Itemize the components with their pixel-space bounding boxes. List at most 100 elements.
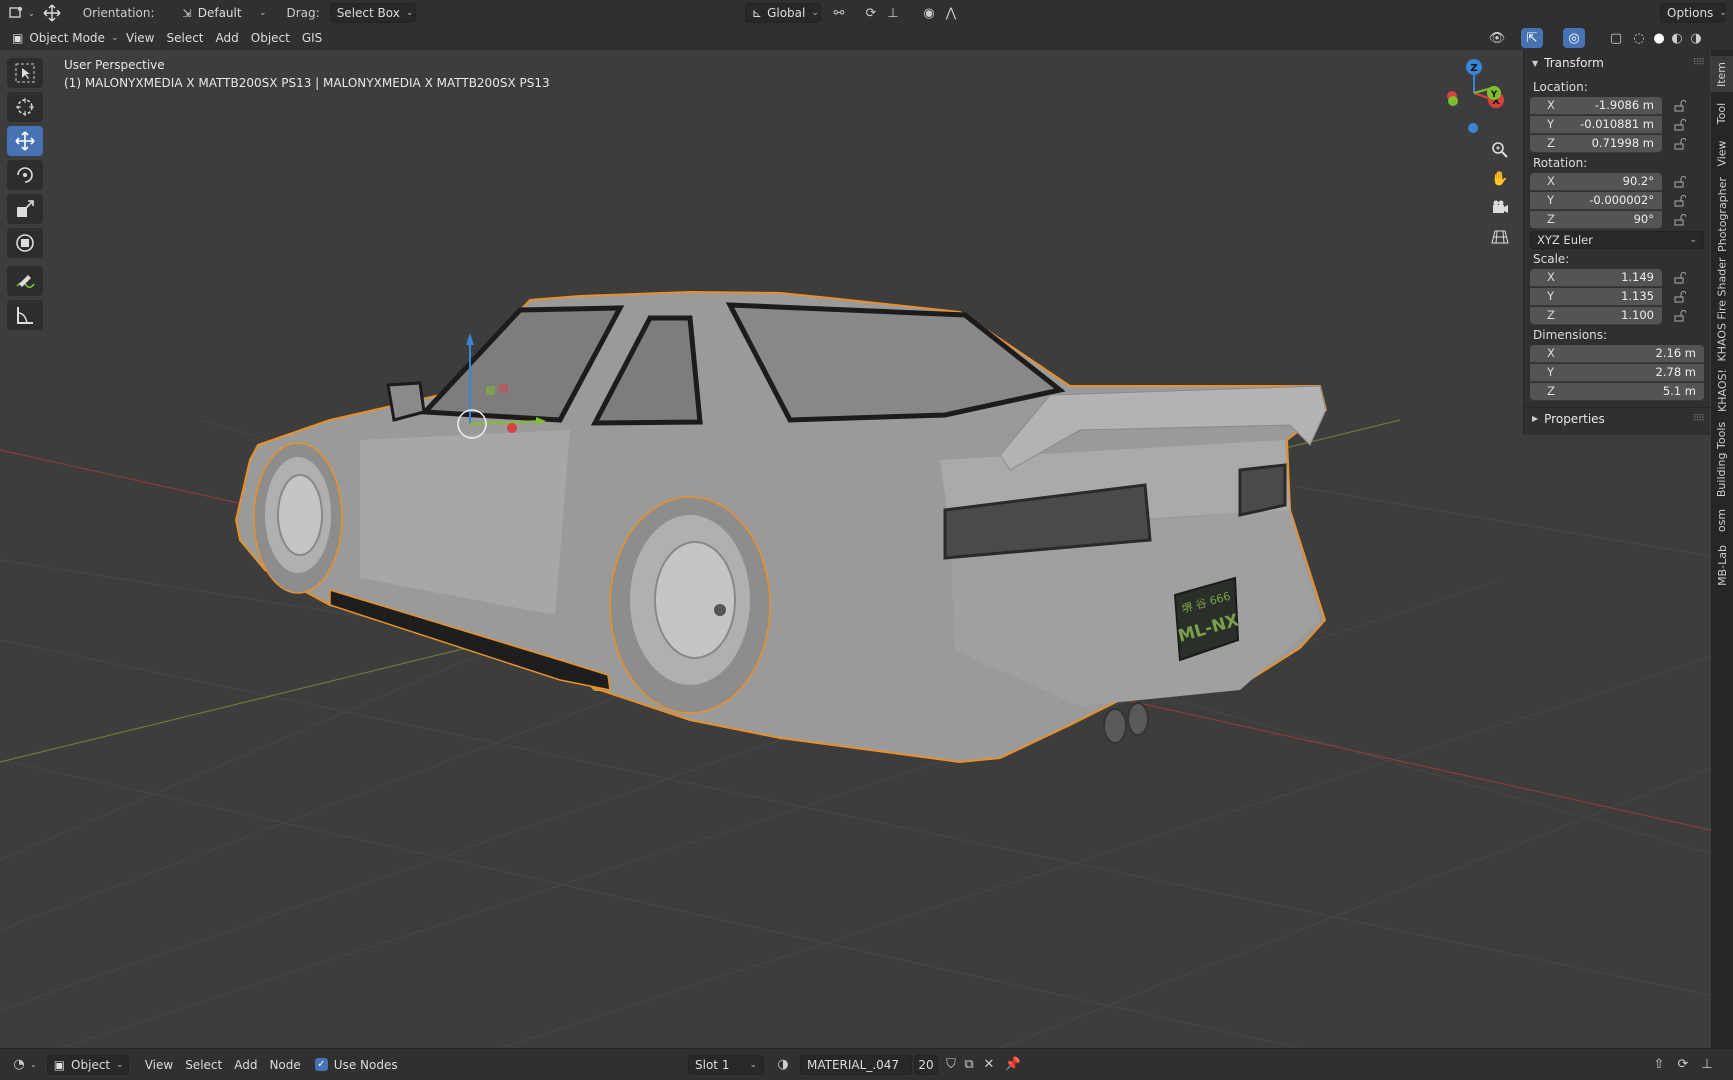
transform-panel-header[interactable]: ▼ Transform ⠿⠿ xyxy=(1524,52,1710,74)
rotation-y-field[interactable]: Y -0.000002° xyxy=(1530,191,1662,210)
properties-panel-header[interactable]: ▶ Properties ⠿⠿ xyxy=(1524,407,1710,429)
use-nodes-label: Use Nodes xyxy=(333,1057,398,1072)
tab-khaos[interactable]: KHAOS! xyxy=(1711,366,1733,414)
scale-y-field[interactable]: Y 1.135 xyxy=(1530,287,1662,306)
perspective-toggle-icon[interactable] xyxy=(1488,225,1512,249)
drag-grip-icon[interactable]: ⠿⠿ xyxy=(1693,414,1705,424)
menu-select[interactable]: Select xyxy=(160,28,209,48)
rendered-shading-icon[interactable]: ◑ xyxy=(1685,28,1707,48)
zoom-icon[interactable] xyxy=(1488,138,1512,162)
pan-hand-icon[interactable]: ✋ xyxy=(1488,167,1512,191)
options-dropdown[interactable]: Options ⌄ xyxy=(1660,3,1727,23)
slot-dropdown[interactable]: Slot 1 ⌄ xyxy=(688,1054,764,1075)
material-browse-icon[interactable]: ◑ xyxy=(772,1055,794,1075)
mode-dropdown[interactable]: ▣ Object Mode ⌄ xyxy=(6,28,118,48)
dimensions-x-field[interactable]: X 2.16 m xyxy=(1530,344,1704,363)
menu-object[interactable]: Object xyxy=(245,28,296,48)
menu-node[interactable]: Node xyxy=(263,1055,306,1075)
lock-icon[interactable] xyxy=(1672,290,1688,303)
lock-icon[interactable] xyxy=(1672,309,1688,322)
snap-icon[interactable]: ⟳ xyxy=(860,3,882,23)
pin-icon[interactable]: 📌 xyxy=(1002,1055,1024,1075)
tab-label: Photographer xyxy=(1715,176,1729,252)
chevron-down-icon: ⌄ xyxy=(811,8,819,18)
snap-target-icon[interactable]: ⊥ xyxy=(882,3,904,23)
navigation-gizmo[interactable]: Z X Y xyxy=(1447,59,1504,133)
lock-icon[interactable] xyxy=(1672,175,1688,188)
measure-tool[interactable] xyxy=(7,300,43,330)
transform-tool[interactable] xyxy=(7,228,43,258)
editor-type-icon[interactable]: ◔ xyxy=(8,1055,30,1075)
tab-photographer[interactable]: Photographer xyxy=(1711,176,1733,252)
rotation-z-field[interactable]: Z 90° xyxy=(1530,210,1662,229)
drag-grip-icon[interactable]: ⠿⠿ xyxy=(1693,58,1705,68)
car-model[interactable]: 堺 谷 666 ML-NX xyxy=(234,290,1328,764)
dimensions-z-field[interactable]: Z 5.1 m xyxy=(1530,382,1704,401)
shader-type-dropdown[interactable]: ▣ Object ⌄ xyxy=(46,1054,129,1075)
visibility-icon[interactable]: 👁 xyxy=(1486,28,1508,48)
rotation-x-field[interactable]: X 90.2° xyxy=(1530,172,1662,191)
tab-tool[interactable]: Tool xyxy=(1711,96,1733,130)
proportional-edit-icon[interactable]: ◉ xyxy=(918,3,940,23)
pivot-point-icon[interactable]: ⚯ xyxy=(828,3,850,23)
tab-mb-lab[interactable]: MB-Lab xyxy=(1711,540,1733,590)
dimensions-y-field[interactable]: Y 2.78 m xyxy=(1530,363,1704,382)
3d-viewport[interactable]: 堺 谷 666 ML-NX Z X Y User Perspective (1)… xyxy=(0,50,1733,1048)
annotate-tool[interactable] xyxy=(7,266,43,296)
menu-view[interactable]: View xyxy=(139,1055,179,1075)
duplicate-icon[interactable]: ⧉ xyxy=(958,1055,980,1075)
gizmo-z-label: Z xyxy=(1470,63,1477,74)
lock-icon[interactable] xyxy=(1672,271,1688,284)
rotation-mode-dropdown[interactable]: XYZ Euler ⌄ xyxy=(1530,230,1704,249)
lock-icon[interactable] xyxy=(1672,99,1688,112)
gizmo-toggle-icon[interactable]: ⇱ xyxy=(1521,28,1543,48)
lock-icon[interactable] xyxy=(1672,194,1688,207)
lock-icon[interactable] xyxy=(1672,137,1688,150)
user-count-button[interactable]: 20 xyxy=(914,1054,938,1075)
overlays-icon[interactable]: ◎ xyxy=(1563,28,1585,48)
tab-khaos-fire-shader[interactable]: KHAOS Fire Shader xyxy=(1711,256,1733,362)
editor-type-icon[interactable] xyxy=(6,3,28,23)
menu-gis[interactable]: GIS xyxy=(296,28,328,48)
menu-add[interactable]: Add xyxy=(228,1055,263,1075)
tab-view[interactable]: View xyxy=(1711,134,1733,172)
transform-orientation-dropdown[interactable]: ⊾ Global ⌄ xyxy=(745,3,821,23)
lock-icon[interactable] xyxy=(1672,213,1688,226)
tab-item[interactable]: Item xyxy=(1711,56,1733,92)
snap-icon[interactable]: ⟳ xyxy=(1672,1055,1694,1075)
cursor-tool[interactable] xyxy=(7,92,43,122)
scale-icon xyxy=(17,200,34,217)
move-tool[interactable] xyxy=(7,126,43,156)
object-mode-icon: ▣ xyxy=(12,31,24,45)
unlink-close-icon[interactable]: ✕ xyxy=(978,1055,1000,1075)
select-box-tool[interactable] xyxy=(7,58,43,88)
drag-dropdown[interactable]: Select Box ⌄ xyxy=(329,3,416,23)
tab-osm[interactable]: osm xyxy=(1711,504,1733,536)
use-nodes-toggle[interactable]: ✓ Use Nodes xyxy=(309,1055,404,1075)
location-x-field[interactable]: X -1.9086 m xyxy=(1530,96,1662,115)
material-name-field[interactable]: MATERIAL_.047 xyxy=(800,1054,912,1075)
chevron-down-icon[interactable]: ⌄ xyxy=(28,9,35,18)
chevron-down-icon[interactable]: ⌄ xyxy=(30,1060,37,1069)
rotate-tool[interactable] xyxy=(7,160,43,190)
tab-building-tools[interactable]: Building Tools xyxy=(1711,418,1733,500)
menu-add[interactable]: Add xyxy=(210,28,245,48)
lock-icon[interactable] xyxy=(1672,118,1688,131)
parent-node-icon[interactable]: ⇧ xyxy=(1648,1055,1670,1075)
xray-icon[interactable]: ▢ xyxy=(1605,28,1627,48)
location-z-field[interactable]: Z 0.71998 m xyxy=(1530,134,1662,153)
scale-tool[interactable] xyxy=(7,194,43,224)
scale-x-field[interactable]: X 1.149 xyxy=(1530,268,1662,287)
location-y-field[interactable]: Y -0.010881 m xyxy=(1530,115,1662,134)
axis-label: Y xyxy=(1547,365,1555,379)
falloff-icon[interactable]: ⋀ xyxy=(940,3,962,23)
menu-select[interactable]: Select xyxy=(179,1055,228,1075)
orientation-dropdown[interactable]: ⇲ Default ⌄ xyxy=(176,3,273,23)
menu-view[interactable]: View xyxy=(120,28,160,48)
snap-target-icon[interactable]: ⊥ xyxy=(1696,1055,1718,1075)
wireframe-shading-icon[interactable]: ◌ xyxy=(1628,28,1650,48)
sidebar-tabs: Item Tool View Photographer KHAOS Fire S… xyxy=(1711,50,1733,1048)
camera-view-icon[interactable] xyxy=(1488,195,1512,219)
move-tool-icon[interactable] xyxy=(41,3,63,23)
scale-z-field[interactable]: Z 1.100 xyxy=(1530,306,1662,325)
